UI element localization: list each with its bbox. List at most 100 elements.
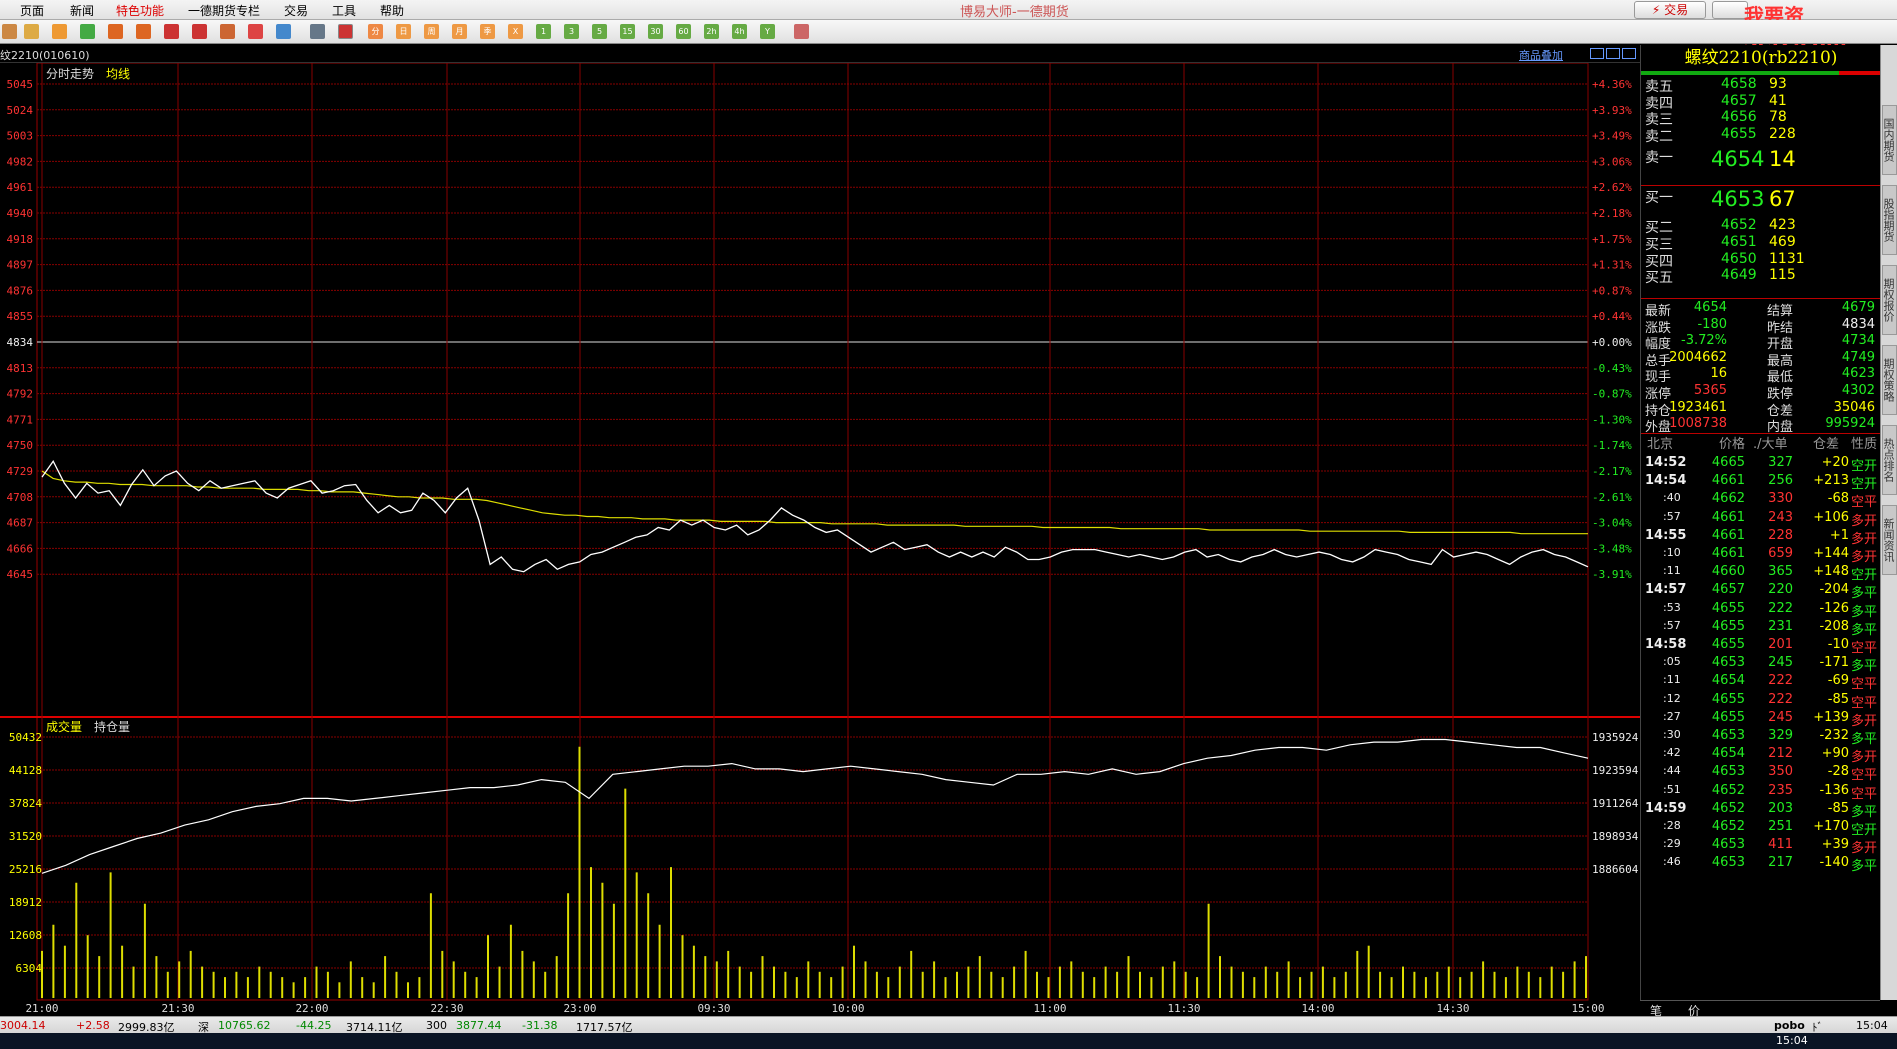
chat-button[interactable] bbox=[1712, 1, 1748, 19]
ask-row: 卖五 4658 93 bbox=[1641, 76, 1881, 95]
tick-nature: 多开 bbox=[1851, 750, 1878, 766]
period-button-week[interactable]: 周 bbox=[424, 24, 439, 39]
trade-button[interactable]: ⚡ 交易 bbox=[1634, 1, 1706, 19]
menu-features[interactable]: 特色功能 bbox=[116, 2, 164, 19]
stat-value: 4749 bbox=[1841, 349, 1875, 365]
tick-price: 4655 bbox=[1711, 709, 1745, 725]
home-icon[interactable] bbox=[2, 24, 17, 39]
period-button-month[interactable]: 月 bbox=[452, 24, 467, 39]
intraday-chart-icon[interactable] bbox=[338, 24, 353, 39]
menu-news[interactable]: 新闻 bbox=[70, 2, 94, 19]
tick-price: 4655 bbox=[1711, 637, 1745, 652]
side-tab-domestic[interactable]: 国内期货 bbox=[1882, 105, 1897, 175]
price-line bbox=[41, 459, 1589, 573]
filter-icon[interactable] bbox=[248, 24, 263, 39]
tick-nature: 空平 bbox=[1851, 677, 1878, 693]
period-button-min[interactable]: 分 bbox=[368, 24, 383, 39]
tick-oi-change: -10 bbox=[1827, 637, 1849, 652]
tick-time: :27 bbox=[1663, 709, 1681, 723]
percent-tick-label: +1.75% bbox=[1592, 233, 1632, 246]
bid-volume: 469 bbox=[1769, 234, 1796, 250]
period-button-1[interactable]: 1 bbox=[536, 24, 551, 39]
percent-tick-label: -1.74% bbox=[1592, 439, 1632, 452]
tick-volume: 365 bbox=[1768, 564, 1793, 580]
tick-nature: 空平 bbox=[1851, 786, 1878, 802]
tick-price: 4655 bbox=[1711, 691, 1745, 707]
tick-time: 14:57 bbox=[1645, 582, 1687, 598]
tick-row: 14:57 4657 220 -204 多平 bbox=[1641, 582, 1881, 601]
pencil-icon[interactable] bbox=[192, 24, 207, 39]
tick-volume: 228 bbox=[1768, 527, 1793, 543]
restore-chart-icon[interactable] bbox=[1606, 48, 1620, 59]
ask-price: 4657 bbox=[1721, 93, 1757, 109]
calculator-icon[interactable] bbox=[794, 24, 809, 39]
tick-row: 14:52 4665 327 +20 空开 bbox=[1641, 455, 1881, 474]
period-button-30[interactable]: 30 bbox=[648, 24, 663, 39]
side-tab-hot[interactable]: 热点排名 bbox=[1882, 425, 1897, 495]
folder-icon[interactable] bbox=[52, 24, 67, 39]
side-tab-strip: 国内期货 股指期货 期权报价 期权策略 热点排名 新闻资讯 bbox=[1880, 45, 1897, 1000]
signal-icon[interactable] bbox=[276, 24, 291, 39]
zoom-out-icon[interactable] bbox=[136, 24, 151, 39]
period-button-15[interactable]: 15 bbox=[620, 24, 635, 39]
tick-price: 4655 bbox=[1711, 618, 1745, 634]
percent-tick-label: +0.00% bbox=[1592, 336, 1632, 349]
stat-value: -3.72% bbox=[1681, 333, 1727, 349]
tick-nature: 空开 bbox=[1851, 477, 1878, 493]
maximize-chart-icon[interactable] bbox=[1622, 48, 1636, 59]
overlay-link[interactable]: 商品叠加 bbox=[1519, 47, 1563, 63]
tick-row: :10 4661 659 +144 多开 bbox=[1641, 546, 1881, 565]
tick-row: :40 4662 330 -68 空平 bbox=[1641, 491, 1881, 510]
minimize-chart-icon[interactable] bbox=[1590, 48, 1604, 59]
period-button-4h[interactable]: 4h bbox=[732, 24, 747, 39]
period-button-year[interactable]: Y bbox=[760, 24, 775, 39]
ask-volume: 93 bbox=[1769, 76, 1787, 92]
time-tick-label: 21:00 bbox=[25, 1002, 58, 1015]
tick-oi-change: -126 bbox=[1819, 600, 1849, 616]
period-button-3[interactable]: 3 bbox=[564, 24, 579, 39]
intraday-chart[interactable]: 分时走势 均线 成交量 持仓量 5045 5024 5003 4982 4961 4940… bbox=[0, 63, 1640, 1016]
side-tab-options[interactable]: 期权报价 bbox=[1882, 265, 1897, 335]
brush-icon[interactable] bbox=[220, 24, 235, 39]
ticks-header-price: 价格 bbox=[1719, 437, 1746, 452]
tick-price: 4653 bbox=[1711, 764, 1745, 780]
side-tab-strategy[interactable]: 期权策略 bbox=[1882, 345, 1897, 415]
bid-volume: 115 bbox=[1769, 267, 1796, 283]
zoom-in-icon[interactable] bbox=[108, 24, 123, 39]
tick-row: :05 4653 245 -171 多平 bbox=[1641, 655, 1881, 674]
tick-volume: 201 bbox=[1768, 637, 1793, 652]
taskbar: 15:04 bbox=[0, 1033, 1897, 1049]
ask-label: 卖一 bbox=[1645, 150, 1673, 166]
sh-index-change: +2.58 bbox=[76, 1019, 110, 1032]
stat-row: 总手 2004662 最高 4749 bbox=[1641, 349, 1881, 369]
period-button-day[interactable]: 日 bbox=[396, 24, 411, 39]
menu-trade[interactable]: 交易 bbox=[284, 2, 308, 19]
period-button-season[interactable]: 季 bbox=[480, 24, 495, 39]
menu-page[interactable]: 页面 bbox=[20, 2, 44, 19]
period-button-60[interactable]: 60 bbox=[676, 24, 691, 39]
menu-tools[interactable]: 工具 bbox=[332, 2, 356, 19]
bid-label: 买一 bbox=[1645, 190, 1673, 206]
time-tick-label: 10:00 bbox=[831, 1002, 864, 1015]
refresh-icon[interactable] bbox=[80, 24, 95, 39]
period-button-5[interactable]: 5 bbox=[592, 24, 607, 39]
menu-help[interactable]: 帮助 bbox=[380, 2, 404, 19]
table-icon[interactable] bbox=[310, 24, 325, 39]
stat-value: 35046 bbox=[1833, 399, 1875, 415]
tick-volume: 222 bbox=[1768, 673, 1793, 689]
side-tab-news[interactable]: 新闻资讯 bbox=[1882, 505, 1897, 575]
window-icon[interactable] bbox=[164, 24, 179, 39]
tick-price: 4652 bbox=[1711, 819, 1745, 834]
percent-tick-label: +4.36% bbox=[1592, 78, 1632, 91]
period-button-x[interactable]: X bbox=[508, 24, 523, 39]
stat-value: 1008738 bbox=[1669, 416, 1727, 432]
price-tick-label: 4897 bbox=[7, 259, 34, 272]
side-tab-index[interactable]: 股指期货 bbox=[1882, 185, 1897, 255]
open-icon[interactable] bbox=[24, 24, 39, 39]
period-button-2h[interactable]: 2h bbox=[704, 24, 719, 39]
menu-column[interactable]: 一德期货专栏 bbox=[188, 2, 260, 19]
tick-volume: 350 bbox=[1768, 764, 1793, 780]
tick-row: :27 4655 245 +139 多开 bbox=[1641, 709, 1881, 729]
ask-label: 卖二 bbox=[1645, 129, 1673, 145]
tick-nature: 空平 bbox=[1851, 768, 1878, 784]
